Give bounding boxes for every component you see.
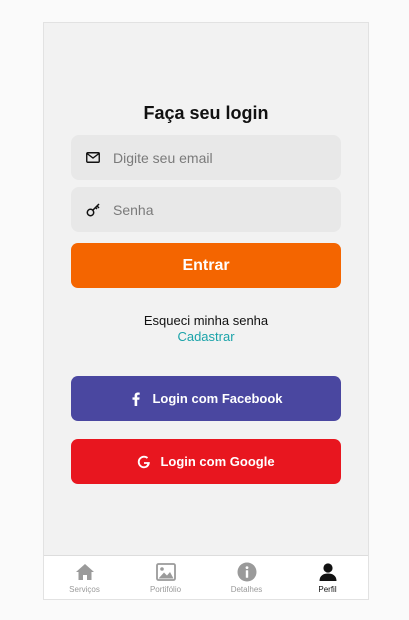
forgot-password-link[interactable]: Esqueci minha senha [44, 313, 368, 329]
tab-perfil[interactable]: Perfil [287, 556, 368, 599]
email-field[interactable] [71, 135, 341, 180]
password-input[interactable] [113, 201, 333, 218]
gallery-icon [155, 562, 176, 582]
info-icon [237, 562, 257, 582]
tab-label: Perfil [318, 585, 337, 594]
person-icon [318, 562, 338, 582]
password-field[interactable] [71, 187, 341, 232]
google-icon [137, 455, 151, 469]
home-icon [75, 562, 95, 582]
tab-detalhes[interactable]: Detalhes [206, 556, 287, 599]
auth-links: Esqueci minha senha Cadastrar [44, 313, 368, 345]
facebook-login-label: Login com Facebook [152, 391, 283, 406]
signup-link[interactable]: Cadastrar [44, 329, 368, 345]
app-screen: Faça seu login Entrar Esqueci minha senh… [43, 22, 369, 600]
page-title: Faça seu login [143, 103, 269, 123]
google-login-label: Login com Google [160, 454, 275, 469]
key-icon [85, 202, 101, 218]
mail-icon [85, 150, 101, 166]
tab-servicos[interactable]: Serviços [44, 556, 125, 599]
facebook-login-button[interactable]: Login com Facebook [71, 376, 341, 421]
facebook-icon [129, 392, 143, 406]
email-input[interactable] [113, 149, 333, 166]
tab-label: Detalhes [230, 585, 263, 594]
google-login-button[interactable]: Login com Google [71, 439, 341, 484]
bottom-tab-bar: Serviços Portifólio Detalhes Perfil [44, 555, 368, 599]
login-button[interactable]: Entrar [71, 243, 341, 288]
tab-label: Serviços [69, 585, 100, 594]
tab-label: Portifólio [149, 585, 182, 594]
tab-portifolio[interactable]: Portifólio [125, 556, 206, 599]
